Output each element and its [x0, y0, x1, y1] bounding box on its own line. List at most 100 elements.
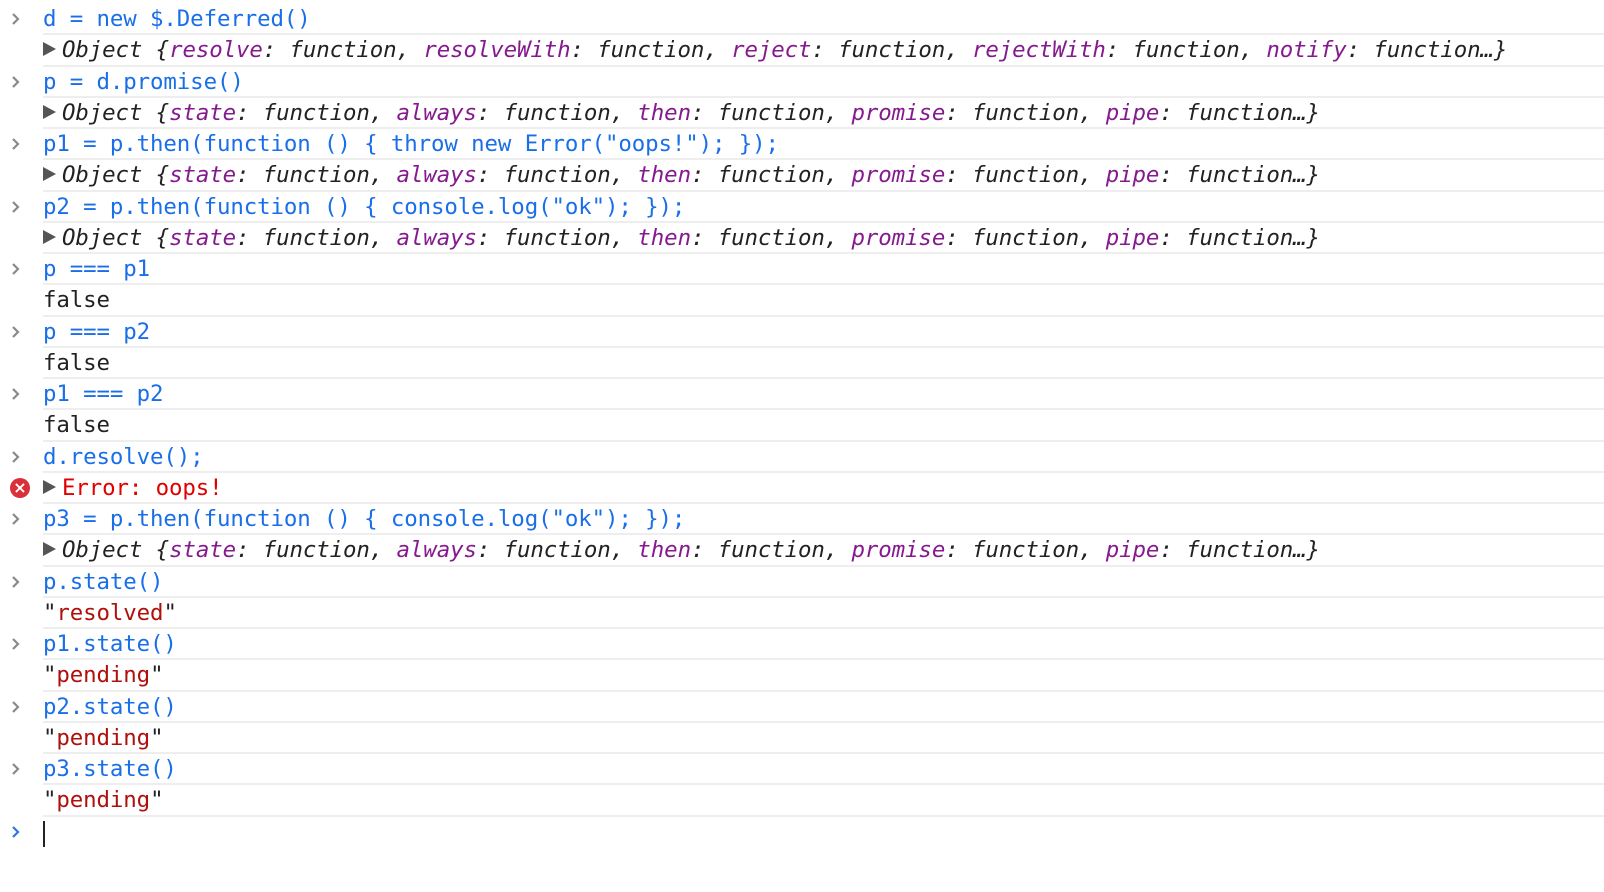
input-command[interactable]: p1 = p.then(function () { throw new Erro… — [43, 131, 779, 157]
input-command[interactable]: p1 === p2 — [43, 381, 164, 407]
console-input-row: p1 === p2 — [0, 379, 1604, 411]
input-command[interactable]: p2.state() — [43, 694, 177, 720]
prompt-chevron-icon — [12, 825, 20, 838]
result-string: pending — [56, 724, 151, 751]
expand-triangle-icon[interactable] — [43, 104, 56, 119]
prompt-chevron-icon — [12, 763, 20, 775]
property-value: function — [971, 224, 1080, 251]
console-error-row: × Error: oops! — [0, 473, 1604, 505]
quote-mark: " — [43, 599, 57, 626]
text-caret — [43, 820, 45, 847]
property-key: pipe — [1105, 99, 1160, 126]
quote-mark: " — [43, 724, 57, 751]
input-command[interactable]: d.resolve(); — [43, 444, 204, 470]
console-object-row: Object {state: function, always: functio… — [0, 160, 1604, 192]
row-gutter — [0, 285, 40, 315]
property-value: function… — [1186, 162, 1307, 189]
input-command[interactable]: p === p1 — [43, 256, 150, 282]
property-key: always — [396, 224, 477, 251]
console-result-row: false — [0, 410, 1604, 442]
property-value: function — [262, 162, 370, 189]
result-string: pending — [56, 787, 151, 814]
object-preview[interactable]: Object {state: function, always: functio… — [62, 537, 1320, 563]
prompt-chevron-icon — [12, 575, 20, 588]
row-gutter — [0, 317, 40, 347]
console-object-row: Object {resolve: function, resolveWith: … — [0, 35, 1604, 67]
property-value: function — [717, 99, 825, 126]
row-gutter: × — [0, 473, 40, 503]
result-value: false — [43, 412, 110, 439]
prompt-chevron-icon — [12, 263, 20, 275]
row-gutter — [0, 254, 40, 284]
input-command[interactable]: p1.state() — [43, 631, 177, 657]
result-value: false — [43, 287, 110, 314]
property-key: promise — [851, 99, 946, 126]
row-gutter — [0, 348, 40, 378]
console-prompt-input[interactable] — [43, 820, 45, 850]
row-gutter — [0, 598, 40, 628]
row-gutter — [0, 535, 40, 565]
error-message[interactable]: Error: oops! — [62, 475, 223, 501]
result-string: resolved — [56, 599, 164, 626]
input-command[interactable]: p3.state() — [43, 756, 177, 782]
console-input-row: d.resolve(); — [0, 442, 1604, 474]
quote-mark: " — [150, 662, 164, 689]
input-command[interactable]: p.state() — [43, 569, 164, 595]
expand-triangle-icon[interactable] — [43, 167, 56, 182]
input-command[interactable]: p = d.promise() — [43, 69, 244, 95]
row-gutter — [0, 754, 40, 784]
property-key: rejectWith — [971, 37, 1106, 64]
row-gutter — [0, 567, 40, 597]
console-object-row: Object {state: function, always: functio… — [0, 535, 1604, 567]
console-input-row: p1 = p.then(function () { throw new Erro… — [0, 129, 1604, 161]
object-preview[interactable]: Object {resolve: function, resolveWith: … — [62, 37, 1507, 63]
property-key: pipe — [1105, 537, 1160, 564]
object-preview[interactable]: Object {state: function, always: functio… — [62, 225, 1320, 251]
expand-triangle-icon[interactable] — [43, 229, 56, 244]
expand-triangle-icon[interactable] — [43, 542, 56, 557]
console-result-row: "resolved" — [0, 598, 1604, 630]
object-preview[interactable]: Object {state: function, always: functio… — [62, 100, 1320, 126]
input-command[interactable]: p3 = p.then(function () { console.log("o… — [43, 506, 685, 532]
expand-triangle-icon[interactable] — [43, 42, 56, 57]
console-input-row: d = new $.Deferred() — [0, 4, 1604, 36]
property-value: function — [503, 224, 611, 251]
property-value: function — [597, 37, 705, 64]
property-key: always — [396, 99, 477, 126]
row-gutter — [0, 660, 40, 690]
console-input-row: p === p1 — [0, 254, 1604, 286]
row-gutter — [0, 67, 40, 97]
property-value: function — [503, 537, 611, 564]
input-command[interactable]: d = new $.Deferred() — [43, 6, 311, 32]
row-gutter — [0, 817, 40, 847]
property-key: resolveWith — [423, 37, 571, 64]
property-value: function — [717, 224, 825, 251]
console-result-row: "pending" — [0, 660, 1604, 692]
prompt-chevron-icon — [12, 75, 20, 88]
row-gutter — [0, 379, 40, 409]
prompt-chevron-icon — [12, 138, 20, 150]
quote-mark: " — [43, 662, 57, 689]
row-gutter — [0, 785, 40, 815]
property-value: function… — [1186, 99, 1307, 126]
property-key: then — [637, 99, 691, 126]
property-key: resolve — [169, 37, 263, 64]
property-key: reject — [731, 37, 812, 64]
row-gutter — [0, 442, 40, 472]
error-icon: × — [10, 477, 30, 498]
property-key: then — [637, 537, 691, 564]
row-gutter — [0, 129, 40, 159]
property-key: promise — [851, 224, 946, 251]
expand-triangle-icon[interactable] — [43, 479, 56, 494]
quote-mark: " — [150, 724, 164, 751]
property-key: promise — [851, 162, 946, 189]
row-gutter — [0, 723, 40, 753]
console-object-row: Object {state: function, always: functio… — [0, 98, 1604, 130]
prompt-chevron-icon — [12, 200, 20, 213]
input-command[interactable]: p2 = p.then(function () { console.log("o… — [43, 194, 685, 220]
row-gutter — [0, 98, 40, 128]
row-gutter — [0, 4, 40, 34]
object-preview[interactable]: Object {state: function, always: functio… — [62, 162, 1320, 188]
input-command[interactable]: p === p2 — [43, 319, 150, 345]
console-prompt-row[interactable] — [0, 817, 1604, 848]
